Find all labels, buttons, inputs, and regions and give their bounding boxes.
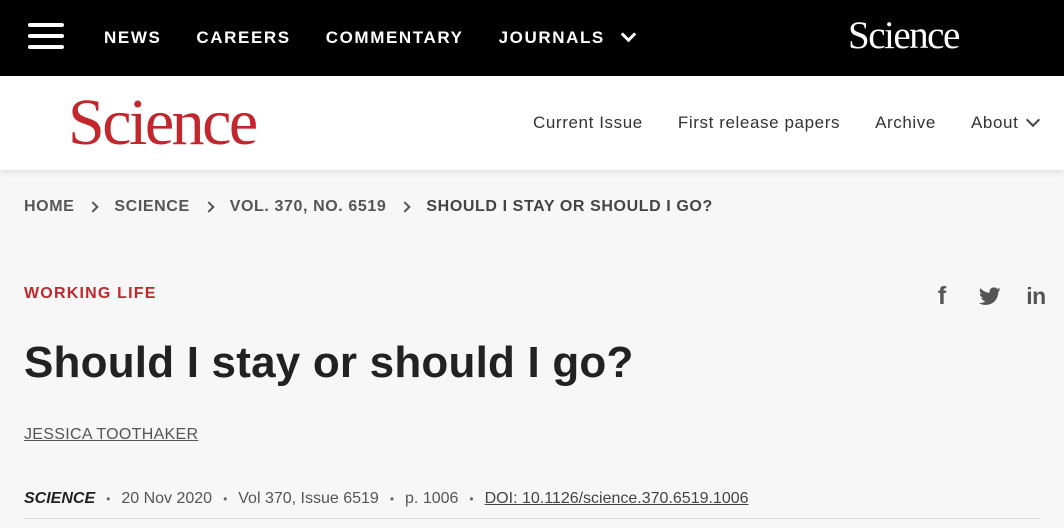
menu-line [28,45,64,49]
science-brand-link[interactable]: Science [848,14,960,58]
article-meta: SCIENCE • 20 Nov 2020 • Vol 370, Issue 6… [24,488,749,510]
top-nav: NEWS CAREERS COMMENTARY JOURNALS [104,0,669,76]
nav-first-release-papers[interactable]: First release papers [678,113,840,133]
meta-separator: • [389,492,395,506]
nav-first-release-papers-label: First release papers [677,113,841,132]
nav-archive[interactable]: Archive [875,113,936,133]
menu-line [28,23,64,27]
article-section-label[interactable]: WORKING LIFE [24,285,157,303]
meta-journal: SCIENCE [24,490,96,507]
top-nav-commentary-label: COMMENTARY [325,28,464,47]
top-nav-journals-label: JOURNALS [498,28,605,47]
meta-separator: • [106,492,111,506]
nav-about-label: About [970,113,1019,132]
top-nav-journals[interactable]: JOURNALS [498,26,637,48]
chevron-right-icon [399,201,412,213]
breadcrumb-current: SHOULD I STAY OR SHOULD I GO? [426,198,713,215]
meta-doi-link[interactable]: DOI: 10.1126/science.370.6519.1006 [485,490,749,508]
meta-page: p. 1006 [405,490,459,507]
breadcrumb: HOME SCIENCE VOL. 370, NO. 6519 SHOULD I… [24,196,713,218]
top-navigation-bar: NEWS CAREERS COMMENTARY JOURNALS Science [0,0,1064,76]
nav-about[interactable]: About [970,112,1041,133]
breadcrumb-home[interactable]: HOME [24,198,74,216]
meta-separator: • [469,492,474,506]
nav-current-issue-label: Current Issue [533,113,643,132]
divider [24,518,1040,519]
top-nav-commentary[interactable]: COMMENTARY [326,28,464,48]
twitter-icon [979,286,1001,305]
linkedin-share-icon[interactable]: in [1022,282,1050,310]
breadcrumb-science[interactable]: SCIENCE [114,198,189,216]
chevron-down-icon [620,26,637,43]
hamburger-menu-icon[interactable] [28,23,64,49]
meta-separator: • [223,492,228,506]
top-nav-careers[interactable]: CAREERS [196,28,290,48]
science-logo[interactable]: Science [68,90,258,156]
meta-volume: Vol 370, Issue 6519 [238,490,379,507]
top-nav-news[interactable]: NEWS [104,28,161,48]
journal-nav: Current Issue First release papers Archi… [533,76,1041,170]
top-nav-careers-label: CAREERS [196,28,291,47]
twitter-share-icon[interactable] [976,282,1004,310]
top-nav-news-label: NEWS [104,28,162,47]
chevron-right-icon [203,201,215,213]
chevron-down-icon [1026,112,1041,128]
article-title: Should I stay or should I go? [24,338,634,387]
site-header: Science Current Issue First release pape… [0,76,1064,170]
meta-date: 20 Nov 2020 [121,490,213,507]
facebook-share-icon[interactable]: f [930,282,954,310]
chevron-right-icon [87,201,100,213]
nav-archive-label: Archive [875,113,936,132]
article-author-link[interactable]: JESSICA TOOTHAKER [24,426,198,444]
menu-line [28,34,64,38]
nav-current-issue[interactable]: Current Issue [533,113,643,133]
breadcrumb-issue[interactable]: VOL. 370, NO. 6519 [230,198,387,216]
